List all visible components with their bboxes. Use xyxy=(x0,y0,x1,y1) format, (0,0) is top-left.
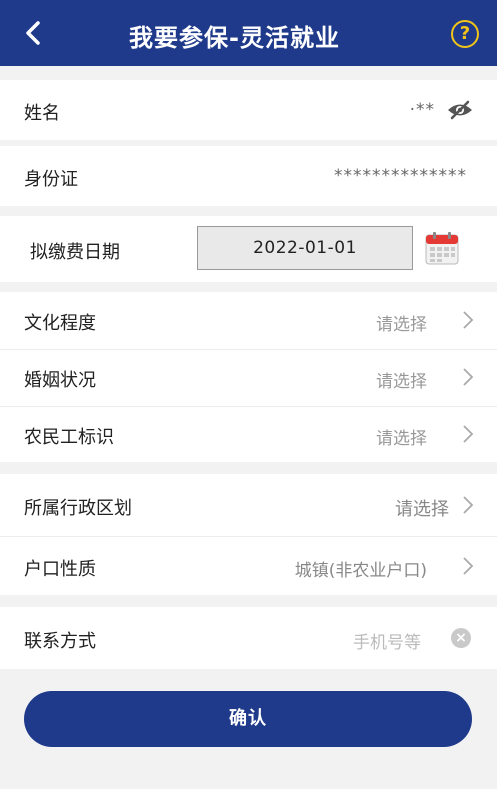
contact-row: 联系方式 手机号等 xyxy=(0,607,497,669)
hukou-label: 户口性质 xyxy=(24,559,96,580)
region-value: 请选择 xyxy=(395,499,449,520)
marital-value: 请选择 xyxy=(376,372,427,392)
region-label: 所属行政区划 xyxy=(24,498,132,519)
name-row: 姓名 ·** xyxy=(0,80,497,140)
pay-date-label: 拟缴费日期 xyxy=(30,242,120,263)
marital-label: 婚姻状况 xyxy=(24,370,96,391)
migrant-row[interactable]: 农民工标识 请选择 xyxy=(0,407,497,462)
confirm-button[interactable]: 确认 xyxy=(24,691,472,747)
migrant-value: 请选择 xyxy=(376,429,427,449)
contact-input[interactable]: 手机号等 xyxy=(353,628,421,653)
name-value: ·** xyxy=(409,100,435,120)
eye-slash-icon[interactable] xyxy=(447,100,473,120)
chevron-right-icon xyxy=(463,311,474,329)
hukou-row[interactable]: 户口性质 城镇(非农业户口) xyxy=(0,537,497,595)
region-row[interactable]: 所属行政区划 请选择 xyxy=(0,474,497,536)
chevron-right-icon xyxy=(463,425,474,443)
chevron-right-icon xyxy=(463,368,474,386)
id-card-label: 身份证 xyxy=(24,169,78,190)
name-label: 姓名 xyxy=(24,103,60,124)
chevron-right-icon xyxy=(463,496,474,514)
page-title: 我要参保-灵活就业 xyxy=(129,24,340,52)
hukou-value: 城镇(非农业户口) xyxy=(294,561,427,581)
id-card-row: 身份证 ************** xyxy=(0,146,497,206)
contact-label: 联系方式 xyxy=(24,631,96,652)
pay-date-field[interactable]: 2022-01-01 xyxy=(197,226,413,270)
migrant-label: 农民工标识 xyxy=(24,427,114,448)
question-circle-icon: ? xyxy=(459,23,471,44)
education-label: 文化程度 xyxy=(24,313,96,334)
app-header: 我要参保-灵活就业 ? xyxy=(0,0,497,66)
clear-icon[interactable]: × xyxy=(451,628,471,648)
id-card-value: ************** xyxy=(334,166,467,186)
education-value: 请选择 xyxy=(376,315,427,335)
help-button[interactable]: ? xyxy=(451,20,479,48)
marital-row[interactable]: 婚姻状况 请选择 xyxy=(0,350,497,406)
chevron-right-icon xyxy=(463,557,474,575)
education-row[interactable]: 文化程度 请选择 xyxy=(0,292,497,349)
calendar-icon[interactable] xyxy=(425,231,459,265)
